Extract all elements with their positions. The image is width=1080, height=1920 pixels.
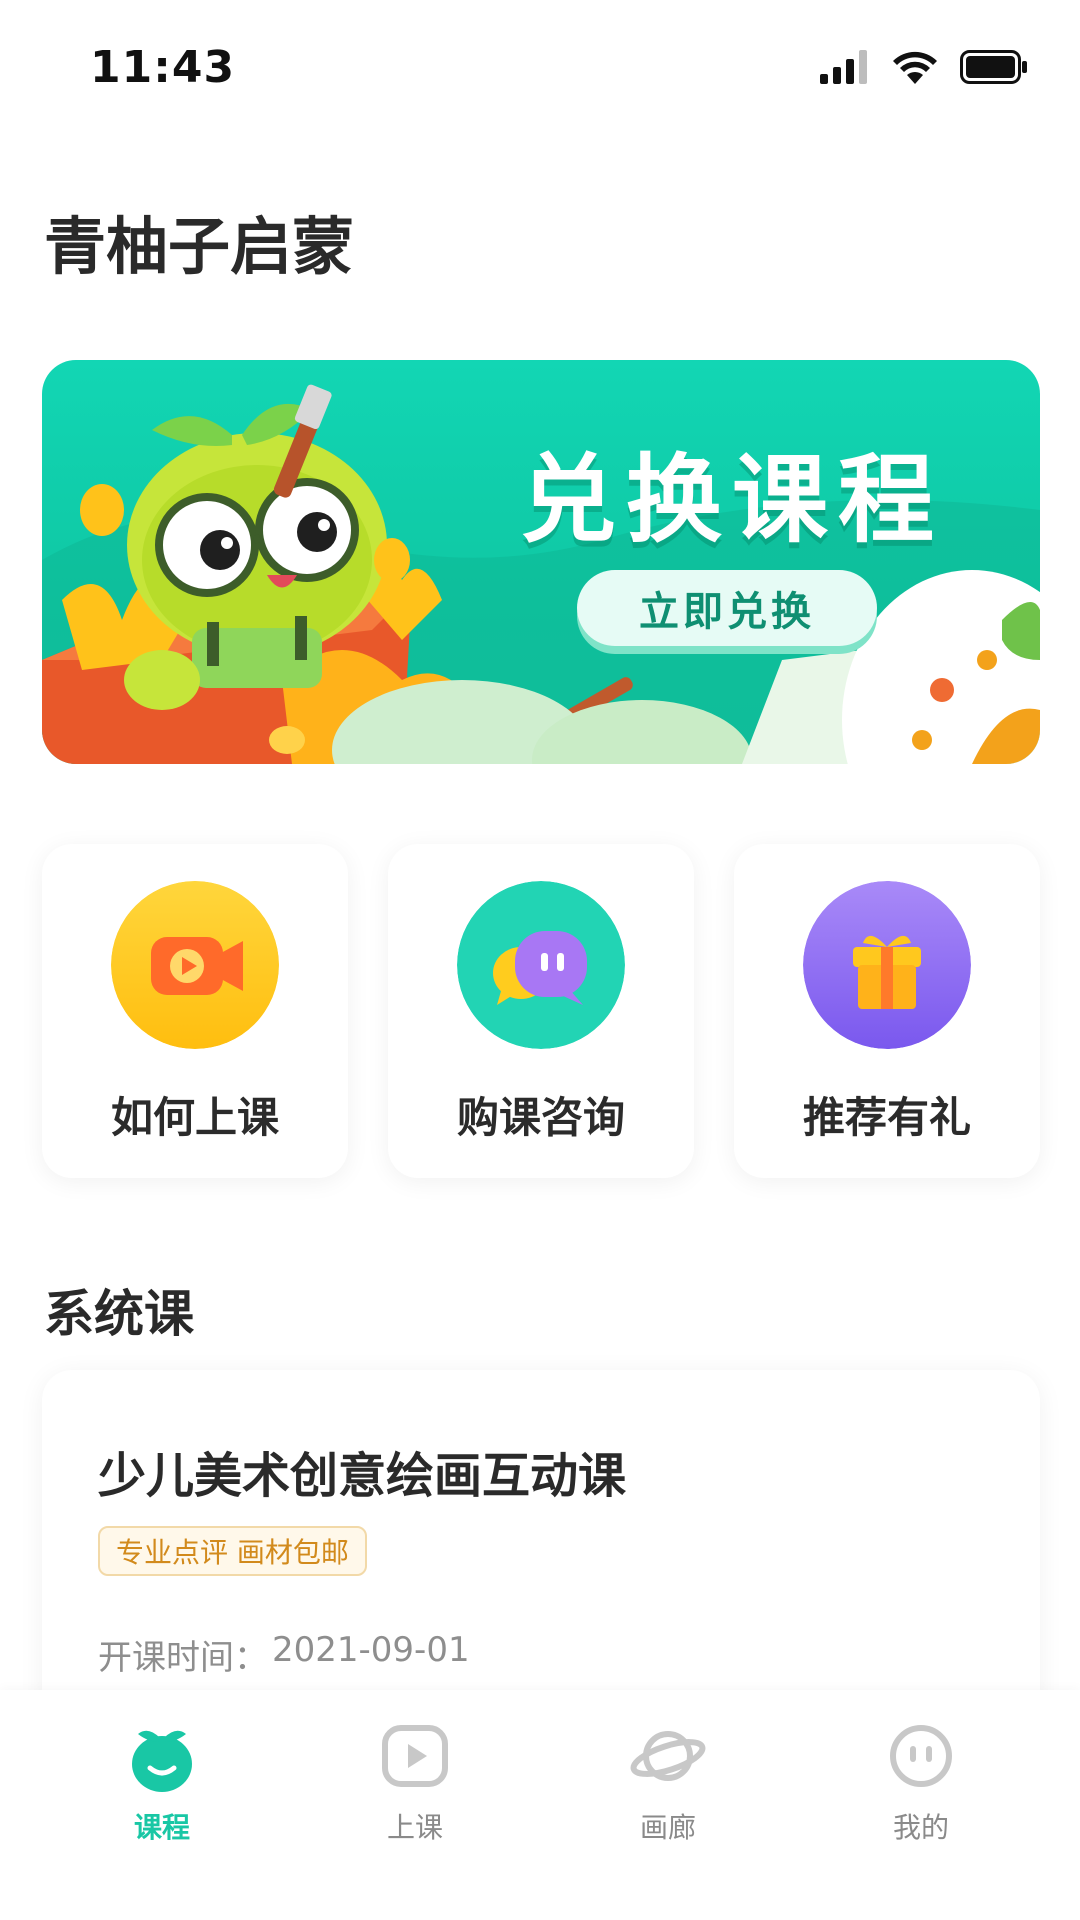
tab-label: 课程 [133, 1811, 190, 1844]
quick-entries: 如何上课 购课咨询 推荐有礼 [42, 844, 1040, 1178]
entry-label: 如何上课 [110, 1093, 279, 1142]
tab-gallery[interactable]: 画廊 [568, 1716, 768, 1846]
banner-title: 兑换课程 [520, 444, 944, 556]
course-start-time: 开课时间： 2021-09-01 [98, 1630, 470, 1679]
course-time-value: 2021-09-01 [272, 1630, 470, 1670]
page-title: 青柚子启蒙 [44, 210, 355, 283]
section-title: 系统课 [44, 1285, 194, 1343]
play-icon [382, 1725, 448, 1787]
tab-classes[interactable]: 上课 [315, 1716, 515, 1846]
status-icons [820, 50, 1028, 84]
signal-icon [820, 50, 867, 84]
tab-profile[interactable]: 我的 [821, 1716, 1021, 1846]
tab-courses[interactable]: 课程 [62, 1716, 262, 1846]
tab-label: 上课 [386, 1811, 443, 1844]
banner-illustration [42, 384, 1040, 764]
face-icon [890, 1725, 952, 1787]
redeem-now-button[interactable]: 立即兑换 [577, 570, 877, 646]
bottom-tab-bar: 课程 上课 画廊 我的 [0, 1690, 1080, 1920]
status-time: 11:43 [90, 42, 236, 93]
entry-label: 推荐有礼 [802, 1093, 971, 1142]
wifi-icon [893, 51, 937, 84]
entry-referral-reward[interactable]: 推荐有礼 [734, 844, 1040, 1178]
planet-icon [630, 1731, 706, 1781]
entry-purchase-consult[interactable]: 购课咨询 [388, 844, 694, 1178]
gift-icon [803, 881, 971, 1049]
tab-label: 我的 [892, 1811, 949, 1844]
video-camera-icon [111, 881, 279, 1049]
chat-bubbles-icon [457, 881, 625, 1049]
redeem-course-banner[interactable]: 兑换课程 立即兑换 [42, 360, 1040, 764]
course-name: 少儿美术创意绘画互动课 [98, 1448, 627, 1504]
sprout-icon [132, 1730, 192, 1792]
tab-label: 画廊 [639, 1811, 696, 1844]
battery-icon [960, 50, 1027, 84]
status-bar: 11:43 [0, 0, 1080, 130]
entry-label: 购课咨询 [456, 1093, 625, 1142]
course-tag: 专业点评 画材包邮 [98, 1526, 367, 1576]
home-page: 11:43 青柚子启蒙 兑换课程 立即兑换 如何上课 购课咨询 推荐有礼 系统课… [0, 0, 1080, 1920]
course-time-label: 开课时间： [98, 1638, 268, 1678]
entry-how-to-attend[interactable]: 如何上课 [42, 844, 348, 1178]
